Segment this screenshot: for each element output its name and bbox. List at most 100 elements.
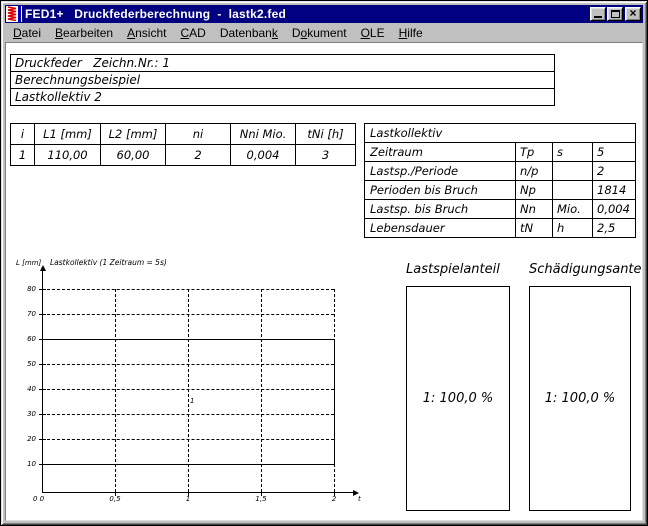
row-unit: s [553,143,593,162]
y-tick [39,389,46,390]
app-window: FED1+ Druckfederberechnung - lastk2.fed … [0,0,648,526]
lastspielanteil-box: 1: 100,0 % [406,286,510,511]
x-tick-label: 0 [30,495,54,503]
x-tick-label: 1,5 [249,495,273,503]
cell-l1: 110,00 [35,145,101,166]
maximize-button[interactable] [607,7,623,21]
y-tick [39,339,46,340]
row-label: Lastsp./Periode [365,162,516,181]
menu-item-cad[interactable]: CAD [173,25,212,41]
gridline-x10 [188,289,189,492]
y-tick [39,464,46,465]
y-axis [42,271,43,493]
table-row: Lebensdauer tN h 2,5 [365,219,636,238]
table-header-row: i L1 [mm] L2 [mm] ni Nni Mio. tNi [h] [11,124,356,145]
lastspielanteil-title: Lastspielanteil [406,262,500,277]
x-tick-label: 1 [176,495,200,503]
y-tick-label: 10 [18,460,36,468]
cell-tni: 3 [296,145,356,166]
x-axis [42,492,354,493]
x-tick-label: 2 [322,495,346,503]
y-tick [39,439,46,440]
x-tick-label: 0,5 [103,495,127,503]
schaedigungsanteil-title: Schädigungsanteil [529,262,643,277]
series-line-right-edge [334,339,335,464]
row-label: Perioden bis Bruch [365,181,516,200]
row-value: 5 [593,143,636,162]
step-annotation: 1 [190,397,194,405]
cell-l2: 60,00 [101,145,166,166]
close-button[interactable]: × [625,7,641,21]
description-field[interactable]: Berechnungsbeispiel [10,71,555,89]
y-tick [39,289,46,290]
menu-item-bearbeiten[interactable]: Bearbeiten [48,25,120,41]
menu-item-datei[interactable]: Datei [6,25,48,41]
drawing-number-field[interactable]: Druckfeder Zeichn.Nr.: 1 [10,54,555,72]
gridline-x05 [115,289,116,492]
collective-name-field[interactable]: Lastkollektiv 2 [10,88,555,106]
titlebar[interactable]: FED1+ Druckfederberechnung - lastk2.fed … [5,5,643,23]
y-tick [39,364,46,365]
row-label: Zeitraum [365,143,516,162]
y-axis-label: L [mm] [16,259,41,267]
y-tick-label: 30 [18,410,36,418]
col-header-ni: ni [166,124,231,145]
lastspielanteil-value: 1: 100,0 % [423,391,493,406]
cell-ni: 2 [166,145,231,166]
close-icon: × [629,7,636,19]
maximize-icon [611,10,620,18]
col-header-l1: L1 [mm] [35,124,101,145]
menubar: DateiBearbeitenAnsichtCADDatenbankDokume… [5,23,643,42]
row-value: 2 [593,162,636,181]
client-area: Druckfeder Zeichn.Nr.: 1 Berechnungsbeis… [5,42,643,521]
lastkollektiv-table: Lastkollektiv Zeitraum Tp s 5 Lastsp./Pe… [364,123,636,238]
y-tick-label: 40 [18,385,36,393]
row-symbol: tN [516,219,553,238]
y-tick-label: 50 [18,360,36,368]
spring-icon [6,6,22,22]
menu-item-ole[interactable]: OLE [354,25,392,41]
chart-title: Lastkollektiv (1 Zeitraum = 5s) [50,259,167,267]
row-symbol: Nn [516,200,553,219]
y-tick [39,414,46,415]
y-tick-label: 60 [18,335,36,343]
minimize-icon [594,16,602,18]
col-header-i: i [11,124,35,145]
y-tick [39,314,46,315]
row-value: 1814 [593,181,636,200]
schaedigungsanteil-box: 1: 100,0 % [529,286,631,511]
y-axis-arrow-icon [40,265,46,271]
menu-item-hilfe[interactable]: Hilfe [392,25,430,41]
table-row: Lastsp./Periode n/p 2 [365,162,636,181]
lastkollektiv-title: Lastkollektiv [365,124,636,143]
col-header-l2: L2 [mm] [101,124,166,145]
row-label: Lebensdauer [365,219,516,238]
table-row: Lastsp. bis Bruch Nn Mio. 0,004 [365,200,636,219]
table-title-row: Lastkollektiv [365,124,636,143]
y-tick-label: 70 [18,310,36,318]
table-row: Perioden bis Bruch Np 1814 [365,181,636,200]
menu-item-dokument[interactable]: Dokument [285,25,354,41]
minimize-button[interactable] [590,7,606,21]
row-label: Lastsp. bis Bruch [365,200,516,219]
row-unit: Mio. [553,200,593,219]
table-row: 1 110,00 60,00 2 0,004 3 [11,145,356,166]
col-header-nni: Nni Mio. [231,124,296,145]
menu-item-datenbank[interactable]: Datenbank [213,25,285,41]
row-value: 0,004 [593,200,636,219]
window-title: FED1+ Druckfederberechnung - lastk2.fed [25,7,286,21]
row-symbol: Tp [516,143,553,162]
row-unit [553,181,593,200]
x-axis-label: t [358,495,361,503]
gridline-x15 [261,289,262,492]
row-symbol: n/p [516,162,553,181]
col-header-tni: tNi [h] [296,124,356,145]
row-symbol: Np [516,181,553,200]
load-steps-table: i L1 [mm] L2 [mm] ni Nni Mio. tNi [h] 1 … [10,123,356,166]
y-tick-label: 20 [18,435,36,443]
schaedigungsanteil-value: 1: 100,0 % [545,391,615,406]
window-controls: × [590,7,641,21]
cell-nni: 0,004 [231,145,296,166]
row-value: 2,5 [593,219,636,238]
menu-item-ansicht[interactable]: Ansicht [120,25,173,41]
